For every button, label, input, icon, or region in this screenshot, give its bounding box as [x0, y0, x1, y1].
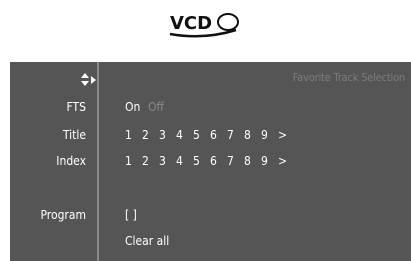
index-number[interactable]: 2 [142, 154, 159, 168]
index-number[interactable]: 9 [261, 154, 278, 168]
divider [97, 62, 99, 261]
index-number[interactable]: 6 [210, 154, 227, 168]
title-number[interactable]: 4 [176, 128, 193, 142]
title-number[interactable]: 6 [210, 128, 227, 142]
title-number[interactable]: 3 [159, 128, 176, 142]
index-number[interactable]: 4 [176, 154, 193, 168]
index-numbers: 1 2 3 4 5 6 7 8 9 > [125, 154, 295, 168]
index-number[interactable]: 5 [193, 154, 210, 168]
title-number[interactable]: 1 [125, 128, 142, 142]
title-number[interactable]: 7 [227, 128, 244, 142]
program-value[interactable]: [ ] [125, 208, 137, 222]
svg-text:VCD: VCD [170, 13, 212, 34]
fts-on-option[interactable]: On [125, 100, 140, 114]
fts-label: FTS [66, 100, 86, 114]
program-label: Program [40, 208, 87, 222]
up-down-right-arrow-icon [81, 72, 97, 86]
osd-panel: Favorite Track Selection FTS On Off Titl… [10, 62, 411, 261]
title-number[interactable]: 5 [193, 128, 210, 142]
title-label: Title [62, 128, 86, 142]
index-label: Index [56, 154, 86, 168]
panel-title: Favorite Track Selection [292, 71, 405, 84]
next-arrow[interactable]: > [278, 128, 295, 142]
title-numbers: 1 2 3 4 5 6 7 8 9 > [125, 128, 295, 142]
index-number[interactable]: 7 [227, 154, 244, 168]
fts-off-option[interactable]: Off [148, 100, 164, 114]
title-number[interactable]: 8 [244, 128, 261, 142]
title-number[interactable]: 2 [142, 128, 159, 142]
index-number[interactable]: 3 [159, 154, 176, 168]
index-number[interactable]: 8 [244, 154, 261, 168]
vcd-logo: VCD [164, 10, 250, 40]
title-number[interactable]: 9 [261, 128, 278, 142]
next-arrow[interactable]: > [278, 154, 295, 168]
clear-all-button[interactable]: Clear all [125, 234, 169, 248]
index-number[interactable]: 1 [125, 154, 142, 168]
